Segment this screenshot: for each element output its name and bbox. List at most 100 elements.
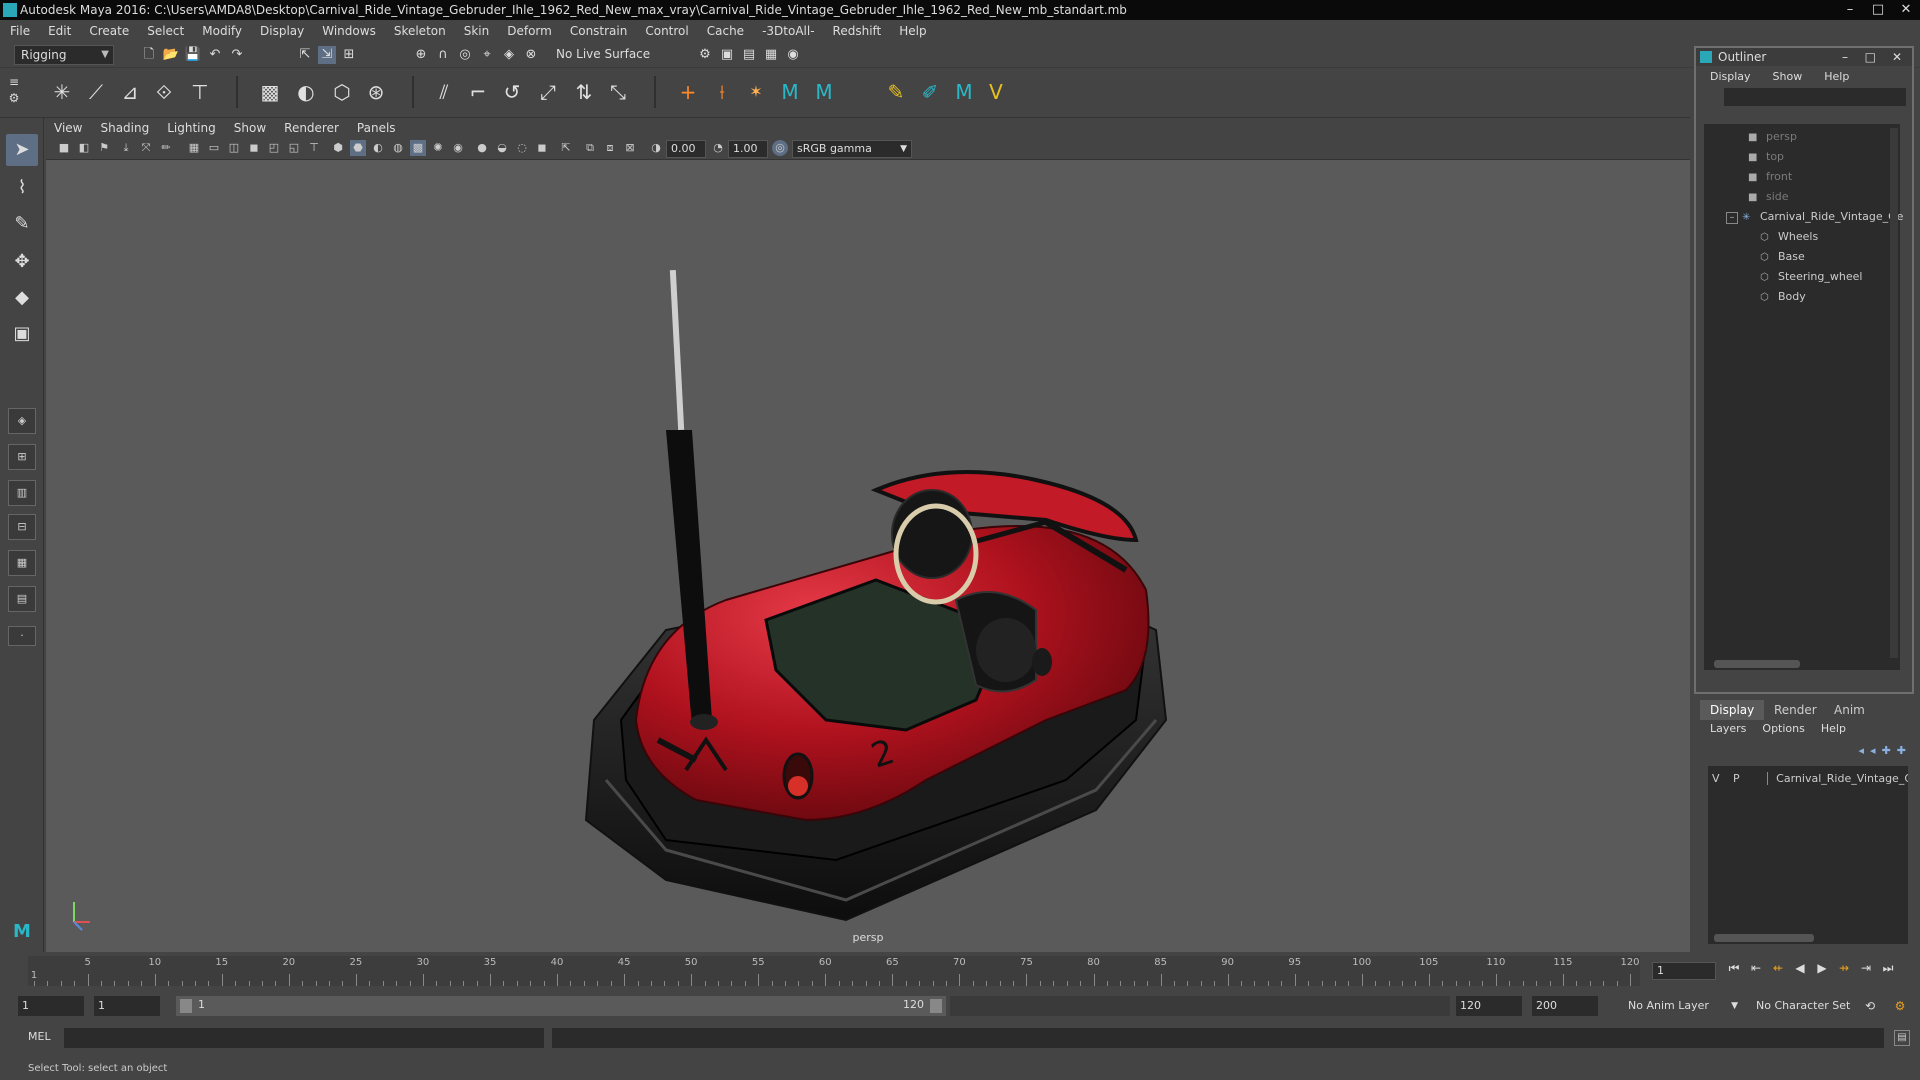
step-back-frame-icon[interactable]: ⇷ <box>1768 958 1788 978</box>
aim-constraint-icon[interactable]: ⌐ <box>464 78 492 106</box>
live-surface-field[interactable]: No Live Surface <box>550 45 654 65</box>
new-scene-icon[interactable]: 🗋 <box>140 46 158 64</box>
menu-edit[interactable]: Edit <box>48 24 71 38</box>
tab-anim[interactable]: Anim <box>1824 700 1875 720</box>
viewport-menu-panels[interactable]: Panels <box>357 121 396 135</box>
open-scene-icon[interactable]: 📂 <box>162 46 180 64</box>
outliner-minimize-icon[interactable]: – <box>1842 48 1848 66</box>
gamma-icon[interactable]: ◔ <box>710 140 726 156</box>
anti-aliasing-icon[interactable]: ◌ <box>514 140 530 156</box>
locator-icon[interactable]: + <box>674 78 702 106</box>
color-management-icon[interactable]: ◎ <box>772 140 788 156</box>
close-button[interactable]: ✕ <box>1892 0 1920 20</box>
orient-joint-icon[interactable]: ⊤ <box>186 78 214 106</box>
menu-display[interactable]: Display <box>260 24 304 38</box>
character-set-dropdown[interactable]: No Character Set <box>1748 996 1868 1016</box>
step-forward-frame-icon[interactable]: ⇸ <box>1834 958 1854 978</box>
2d-pan-zoom-icon[interactable]: ⤧ <box>138 140 154 156</box>
menu-3dtoall[interactable]: -3DtoAll- <box>762 24 814 38</box>
layer-horizontal-scrollbar[interactable] <box>1714 934 1814 942</box>
outliner-menu-help[interactable]: Help <box>1824 70 1849 83</box>
select-tool-icon[interactable]: ➤ <box>6 134 38 166</box>
select-object-icon[interactable]: ⇲ <box>318 46 336 64</box>
outliner-item-persp[interactable]: ■ persp <box>1748 128 1797 146</box>
select-hierarchy-icon[interactable]: ⇱ <box>296 46 314 64</box>
persp-graph-layout-icon[interactable]: ⊟ <box>8 514 36 540</box>
viewport-menu-view[interactable]: View <box>54 121 82 135</box>
uv-editor-layout-icon[interactable]: ▤ <box>8 586 36 612</box>
curve-cv-icon[interactable]: ⟊ <box>708 78 736 106</box>
outliner-vertical-scrollbar[interactable] <box>1890 128 1898 658</box>
wireframe-on-shaded-icon[interactable]: ◐ <box>370 140 386 156</box>
shelf-options-icon[interactable]: ≡ ⚙ <box>4 74 24 108</box>
step-back-key-icon[interactable]: ⇤ <box>1746 958 1766 978</box>
outliner-item-front[interactable]: ■ front <box>1748 168 1792 186</box>
hypershade-layout-icon[interactable]: ▦ <box>8 550 36 576</box>
move-layer-down-icon[interactable]: ◂ <box>1870 744 1876 757</box>
point-constraint-icon[interactable]: ⫽ <box>430 78 458 106</box>
save-scene-icon[interactable]: 💾 <box>184 46 202 64</box>
default-material-icon[interactable]: ◍ <box>390 140 406 156</box>
scale-constraint-icon[interactable]: ⤢ <box>534 78 562 106</box>
safe-title-icon[interactable]: ⊤ <box>306 140 322 156</box>
render-frame-icon[interactable]: ▣ <box>718 46 736 64</box>
textured-icon[interactable]: ▩ <box>410 140 426 156</box>
isolate-select-icon[interactable]: ⇱ <box>558 140 574 156</box>
mel-label[interactable]: MEL <box>28 1030 51 1043</box>
exposure-field[interactable]: 0.00 <box>666 140 706 158</box>
orient-constraint-icon[interactable]: ↺ <box>498 78 526 106</box>
film-gate-icon[interactable]: ▭ <box>206 140 222 156</box>
minimize-button[interactable]: – <box>1836 0 1864 20</box>
menu-help[interactable]: Help <box>899 24 926 38</box>
paint-select-icon[interactable]: ✎ <box>6 208 38 240</box>
go-to-start-icon[interactable]: ⏮ <box>1724 958 1744 978</box>
layer-row[interactable]: V P Carnival_Ride_Vintage_Ge <box>1712 770 1908 788</box>
bookmark-icon[interactable]: ⚑ <box>96 140 112 156</box>
joint-tool-icon[interactable]: ✳ <box>48 78 76 106</box>
layers-menu-help[interactable]: Help <box>1821 722 1846 735</box>
color-space-dropdown[interactable]: sRGB gamma ▼ <box>792 140 912 158</box>
menu-skin[interactable]: Skin <box>464 24 490 38</box>
outliner-item-side[interactable]: ■ side <box>1748 188 1789 206</box>
new-layer-icon[interactable]: ✚ <box>1882 744 1891 757</box>
use-all-lights-icon[interactable]: ✺ <box>430 140 446 156</box>
render-settings-icon[interactable]: ⚙ <box>696 46 714 64</box>
maximize-button[interactable]: □ <box>1864 0 1892 20</box>
gamma-field[interactable]: 1.00 <box>728 140 768 158</box>
xray-components-icon[interactable]: ⊠ <box>622 140 638 156</box>
scale-tool-icon[interactable]: ▣ <box>6 318 38 350</box>
menu-constrain[interactable]: Constrain <box>570 24 628 38</box>
perspective-viewport[interactable]: 2 persp <box>46 160 1690 952</box>
bind-skin-icon[interactable]: ▩ <box>256 78 284 106</box>
redo-icon[interactable]: ↷ <box>228 46 246 64</box>
hypershade-icon[interactable]: ◉ <box>784 46 802 64</box>
xray-icon[interactable]: ⧉ <box>582 140 598 156</box>
persp-outliner-layout-icon[interactable]: ▥ <box>8 480 36 506</box>
grid-icon[interactable]: ▦ <box>186 140 202 156</box>
ik-spline-icon[interactable]: ⊿ <box>116 78 144 106</box>
viewport-menu-renderer[interactable]: Renderer <box>284 121 339 135</box>
preferences-icon[interactable]: ⚙ <box>1890 996 1910 1016</box>
menu-skeleton[interactable]: Skeleton <box>394 24 446 38</box>
viewport-menu-show[interactable]: Show <box>234 121 266 135</box>
collapse-icon[interactable]: – <box>1726 212 1738 224</box>
outliner-menu-show[interactable]: Show <box>1773 70 1803 83</box>
start-time-field[interactable]: 1 <box>18 996 84 1016</box>
layer-playback-toggle[interactable]: P <box>1733 772 1740 785</box>
script-editor-icon[interactable]: ▤ <box>1894 1030 1910 1046</box>
snap-surface-icon[interactable]: ◈ <box>500 46 518 64</box>
key-selected-icon[interactable]: ✎ <box>882 78 910 106</box>
image-plane-icon[interactable]: ⤓ <box>118 140 134 156</box>
menu-windows[interactable]: Windows <box>322 24 376 38</box>
menu-select[interactable]: Select <box>147 24 184 38</box>
outliner-close-icon[interactable]: ✕ <box>1892 48 1902 66</box>
play-forwards-icon[interactable]: ▶ <box>1812 958 1832 978</box>
select-component-icon[interactable]: ⊞ <box>340 46 358 64</box>
outliner-item-steering-wheel[interactable]: ⬡ Steering_wheel <box>1760 268 1862 286</box>
outliner-item-body[interactable]: ⬡ Body <box>1760 288 1806 306</box>
layers-menu-layers[interactable]: Layers <box>1710 722 1746 735</box>
ipr-render-icon[interactable]: ▤ <box>740 46 758 64</box>
viewport-menu-lighting[interactable]: Lighting <box>167 121 216 135</box>
xray-joints-icon[interactable]: ⧈ <box>602 140 618 156</box>
menu-cache[interactable]: Cache <box>707 24 744 38</box>
